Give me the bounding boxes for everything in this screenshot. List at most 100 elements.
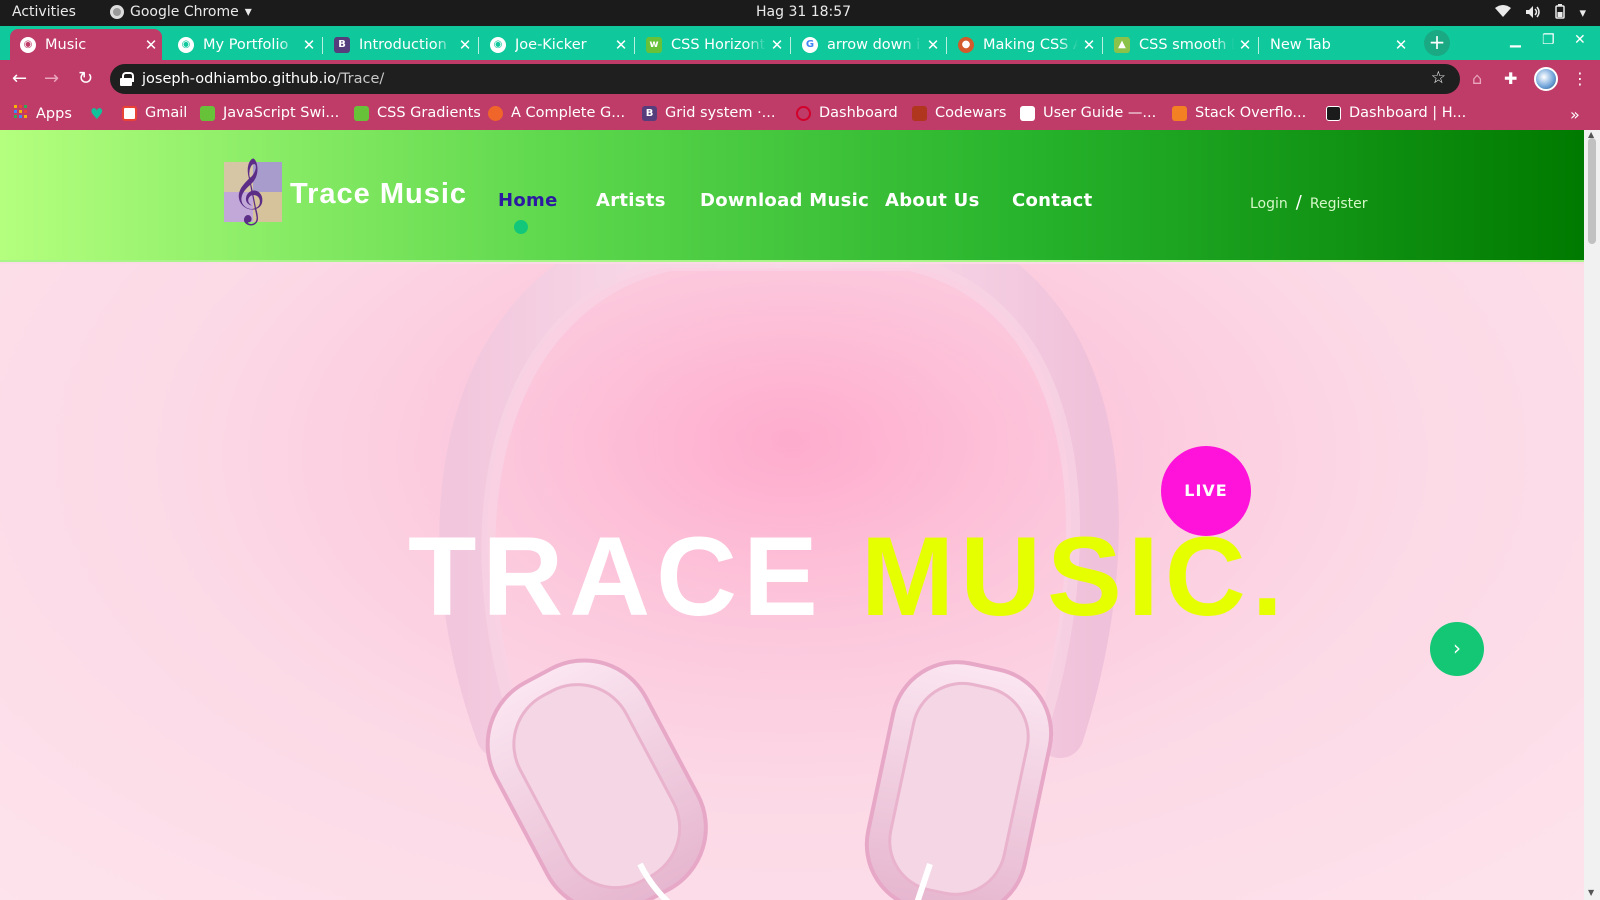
chrome-icon bbox=[110, 5, 124, 19]
nav-contact[interactable]: Contact bbox=[1012, 190, 1093, 211]
bookmark-complete-guide[interactable]: A Complete G... bbox=[488, 105, 625, 121]
google-icon: G bbox=[802, 36, 818, 53]
live-badge[interactable]: LIVE bbox=[1161, 446, 1251, 536]
site-header: 𝄞 Trace Music Home Artists Download Musi… bbox=[0, 130, 1584, 262]
reload-icon[interactable]: ↻ bbox=[78, 68, 93, 89]
nav-download-music[interactable]: Download Music bbox=[700, 190, 869, 211]
caret-down-icon: ▾ bbox=[244, 4, 252, 20]
tab-my-portfolio[interactable]: ◉ My Portfolio ✕ bbox=[168, 29, 320, 60]
bookmark-javascript-switch[interactable]: JavaScript Swi... bbox=[200, 105, 339, 121]
clock[interactable]: Hag 31 18:57 bbox=[756, 4, 851, 20]
bookmark-dashboard[interactable]: Dashboard bbox=[796, 105, 898, 121]
bookmark-gmail[interactable]: Gmail bbox=[122, 105, 187, 121]
app-menu-label: Google Chrome bbox=[130, 4, 239, 20]
tab-strip: ◉ Music ✕ ◉ My Portfolio ✕ B Introductio… bbox=[0, 26, 1600, 60]
hero-title-word-2: MUSIC. bbox=[860, 514, 1289, 639]
tab-new-tab[interactable]: New Tab ✕ bbox=[1260, 29, 1412, 60]
hero-title-word-1: TRACE bbox=[408, 514, 824, 639]
apps-grid-icon bbox=[14, 105, 28, 123]
active-nav-indicator bbox=[514, 220, 528, 234]
hng-icon bbox=[1326, 105, 1341, 121]
bookmark-user-guide[interactable]: User Guide —... bbox=[1020, 105, 1156, 121]
heart-icon: ♥ bbox=[90, 105, 104, 123]
bookmark-label: Codewars bbox=[935, 105, 1007, 121]
close-tab-icon[interactable]: ✕ bbox=[1234, 36, 1256, 54]
url-path: /Trace/ bbox=[336, 71, 385, 87]
profile-avatar[interactable] bbox=[1534, 67, 1558, 91]
auth-links: Login / Register bbox=[1250, 192, 1368, 213]
chevron-right-icon: › bbox=[1453, 636, 1461, 660]
app-menu[interactable]: Google Chrome ▾ bbox=[110, 4, 252, 20]
tab-arrow-down[interactable]: G arrow down i ✕ bbox=[792, 29, 944, 60]
login-link[interactable]: Login bbox=[1250, 196, 1288, 212]
close-tab-icon[interactable]: ✕ bbox=[1078, 36, 1100, 54]
gmail-icon bbox=[122, 105, 137, 121]
bookmark-stack-overflow[interactable]: Stack Overflo... bbox=[1172, 105, 1306, 121]
bookmark-label: Apps bbox=[36, 106, 72, 122]
bookmark-heart[interactable]: ♥ bbox=[90, 105, 103, 123]
page-scrollbar[interactable]: ▲ ▼ bbox=[1584, 130, 1600, 900]
next-slide-button[interactable]: › bbox=[1430, 622, 1484, 676]
close-tab-icon[interactable]: ✕ bbox=[766, 36, 788, 54]
nav-artists[interactable]: Artists bbox=[596, 190, 666, 211]
close-tab-icon[interactable]: ✕ bbox=[922, 36, 944, 54]
nav-about-us[interactable]: About Us bbox=[885, 190, 980, 211]
forward-icon[interactable]: → bbox=[44, 68, 59, 89]
w3schools-icon bbox=[200, 105, 215, 121]
browser-toolbar: ← → ↻ joseph-odhiambo.github.io/Trace/ ☆… bbox=[0, 60, 1600, 98]
battery-icon bbox=[1555, 4, 1566, 23]
scroll-down-icon[interactable]: ▼ bbox=[1588, 888, 1594, 897]
close-tab-icon[interactable]: ✕ bbox=[1390, 36, 1412, 54]
bookmark-label: Stack Overflo... bbox=[1195, 105, 1307, 121]
w3-icon: w bbox=[646, 36, 662, 53]
tab-separator bbox=[322, 37, 323, 54]
close-tab-icon[interactable]: ✕ bbox=[454, 36, 476, 54]
tab-joe-kicker[interactable]: ◉ Joe-Kicker ✕ bbox=[480, 29, 632, 60]
nav-home[interactable]: Home bbox=[498, 190, 558, 211]
register-link[interactable]: Register bbox=[1310, 196, 1368, 212]
extensions-puzzle-icon[interactable]: ✚ bbox=[1504, 69, 1517, 88]
bookmark-label: CSS Gradients bbox=[377, 105, 481, 121]
tab-title: Introduction bbox=[359, 36, 447, 53]
more-menu-icon[interactable]: ⋮ bbox=[1572, 69, 1588, 88]
bookmark-dashboard-h[interactable]: Dashboard | H... bbox=[1326, 105, 1466, 121]
tab-music[interactable]: ◉ Music ✕ bbox=[10, 29, 162, 60]
scrollbar-thumb[interactable] bbox=[1588, 138, 1596, 244]
bookmark-css-gradients[interactable]: CSS Gradients bbox=[354, 105, 481, 121]
tab-introduction[interactable]: B Introduction ✕ bbox=[324, 29, 476, 60]
new-tab-button[interactable]: + bbox=[1424, 30, 1450, 56]
close-tab-icon[interactable]: ✕ bbox=[298, 36, 320, 54]
tab-title: New Tab bbox=[1270, 36, 1331, 53]
hero-banner: TRACE MUSIC. LIVE › bbox=[0, 264, 1584, 900]
close-tab-icon[interactable]: ✕ bbox=[610, 36, 632, 54]
site-title[interactable]: Trace Music bbox=[290, 178, 467, 211]
codewars-icon bbox=[912, 105, 927, 121]
css-tricks-icon bbox=[488, 105, 503, 121]
site-logo-icon: ● bbox=[958, 36, 974, 53]
extension-home-icon[interactable]: ⌂ bbox=[1472, 69, 1482, 88]
bookmark-label: Dashboard bbox=[819, 105, 898, 121]
site-logo[interactable]: 𝄞 bbox=[224, 158, 282, 223]
address-bar[interactable]: joseph-odhiambo.github.io/Trace/ ☆ bbox=[110, 64, 1460, 94]
bookmark-codewars[interactable]: Codewars bbox=[912, 105, 1006, 121]
bookmark-apps[interactable]: Apps bbox=[14, 105, 72, 123]
tab-css-smooth[interactable]: ▲ CSS smooth b ✕ bbox=[1104, 29, 1256, 60]
restore-icon[interactable]: ❐ bbox=[1542, 32, 1555, 48]
globe-icon: ◉ bbox=[20, 36, 36, 53]
bookmark-grid-system[interactable]: B Grid system ·... bbox=[642, 105, 776, 121]
lock-icon bbox=[120, 72, 134, 86]
tab-separator bbox=[478, 37, 479, 54]
bookmark-star-icon[interactable]: ☆ bbox=[1431, 68, 1446, 88]
minimize-icon[interactable]: ▁ bbox=[1510, 32, 1521, 48]
close-window-icon[interactable]: ✕ bbox=[1574, 32, 1586, 48]
tab-css-horizontal[interactable]: w CSS Horizont ✕ bbox=[636, 29, 788, 60]
more-bookmarks-icon[interactable]: » bbox=[1570, 105, 1580, 124]
tab-making-css[interactable]: ● Making CSS A ✕ bbox=[948, 29, 1100, 60]
system-tray[interactable]: ▾ bbox=[1495, 4, 1586, 23]
close-tab-icon[interactable]: ✕ bbox=[140, 36, 162, 54]
user-guide-icon bbox=[1020, 105, 1035, 121]
activities-button[interactable]: Activities bbox=[12, 4, 76, 20]
url-host: joseph-odhiambo.github.io bbox=[142, 71, 337, 87]
stack-overflow-icon bbox=[1172, 105, 1187, 121]
back-icon[interactable]: ← bbox=[12, 68, 27, 89]
